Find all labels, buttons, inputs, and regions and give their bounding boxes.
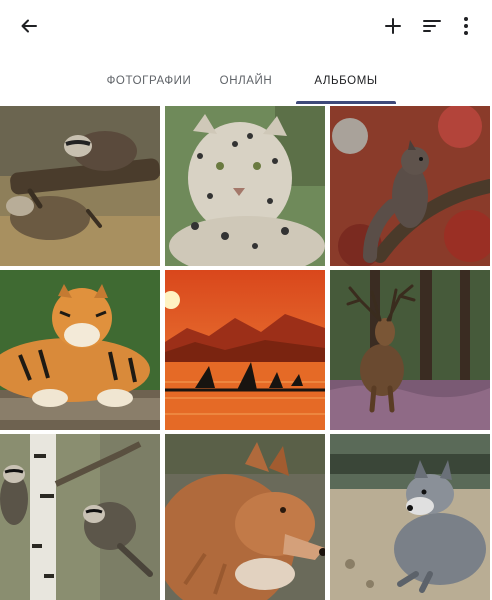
back-button[interactable] bbox=[11, 8, 47, 44]
squirrel-photo bbox=[330, 106, 490, 266]
tab-albums[interactable]: АЛЬБОМЫ bbox=[296, 58, 396, 104]
more-vert-icon bbox=[464, 17, 468, 35]
photo-grid bbox=[0, 106, 492, 600]
snow-leopard-photo bbox=[165, 106, 325, 266]
photo-tile-deer[interactable] bbox=[330, 270, 490, 430]
photo-tile-raccoons[interactable] bbox=[0, 106, 160, 266]
more-options-button[interactable] bbox=[448, 8, 484, 44]
raccoons-birch-photo bbox=[0, 434, 160, 600]
wolf-photo bbox=[165, 434, 325, 600]
app-bar bbox=[0, 0, 492, 52]
tab-bar: ФОТОГРАФИИ ОНЛАЙН АЛЬБОМЫ bbox=[0, 58, 492, 104]
arrow-back-icon bbox=[21, 19, 37, 33]
arctic-fox-photo bbox=[330, 434, 490, 600]
photo-tile-arctic-fox[interactable] bbox=[330, 434, 490, 600]
photo-tile-tiger[interactable] bbox=[0, 270, 160, 430]
active-tab-indicator bbox=[296, 101, 396, 104]
sort-button[interactable] bbox=[414, 8, 450, 44]
tiger-photo bbox=[0, 270, 160, 430]
plus-icon bbox=[385, 18, 401, 34]
deer-photo bbox=[330, 270, 490, 430]
orcas-sunset-photo bbox=[165, 270, 325, 430]
photo-tile-wolf[interactable] bbox=[165, 434, 325, 600]
raccoons-photo bbox=[0, 106, 160, 266]
photo-tile-squirrel[interactable] bbox=[330, 106, 490, 266]
add-button[interactable] bbox=[375, 8, 411, 44]
tab-photos[interactable]: ФОТОГРАФИИ bbox=[92, 58, 206, 104]
photo-tile-orcas[interactable] bbox=[165, 270, 325, 430]
tab-online[interactable]: ОНЛАЙН bbox=[208, 58, 284, 104]
photo-tile-snow-leopard[interactable] bbox=[165, 106, 325, 266]
photo-tile-raccoons-birch[interactable] bbox=[0, 434, 160, 600]
sort-icon bbox=[423, 20, 441, 32]
